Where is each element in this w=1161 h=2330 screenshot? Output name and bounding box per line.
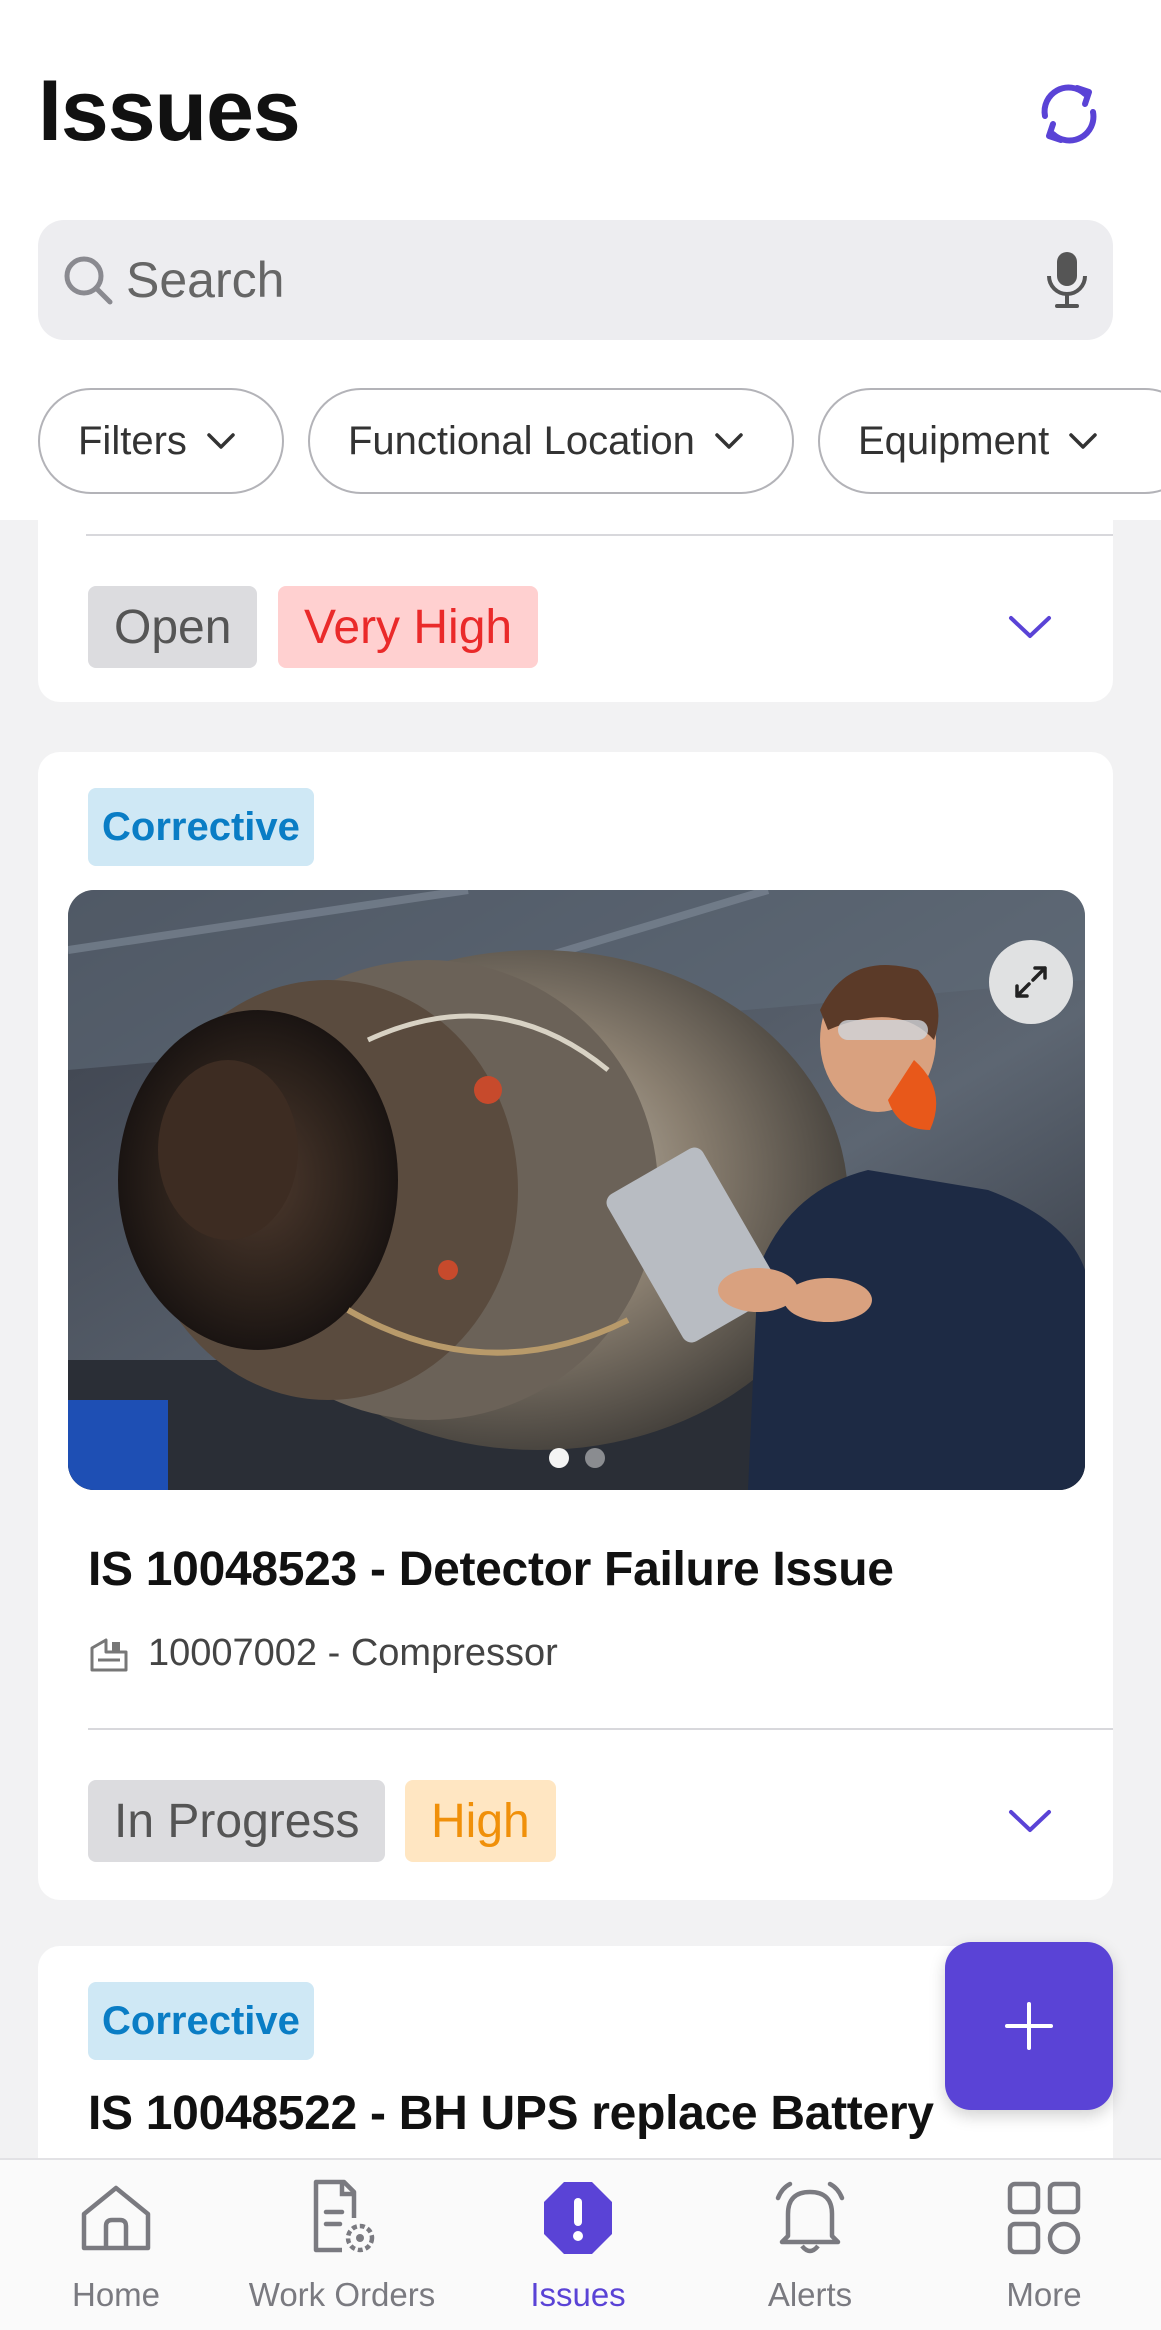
header: Issues Filters Functional Location Equi [0, 0, 1161, 520]
functional-location-chip-label: Functional Location [348, 418, 695, 463]
work-orders-icon [313, 2179, 375, 2253]
filters-chip[interactable]: Filters [38, 388, 284, 494]
equipment-chip[interactable]: Equipment [818, 388, 1161, 494]
tab-label: More [1006, 2276, 1082, 2313]
tab-more[interactable]: More [928, 2160, 1160, 2330]
issue-title: IS 10048523 - Detector Failure Issue [88, 1543, 894, 1596]
expand-icon [1015, 966, 1047, 998]
divider [86, 534, 1113, 536]
bell-icon [775, 2181, 845, 2254]
issue-title: IS 10048522 - BH UPS replace Battery [88, 2087, 934, 2140]
chevron-down-icon[interactable] [1007, 614, 1053, 642]
search-icon [64, 256, 113, 305]
functional-location-chip[interactable]: Functional Location [308, 388, 794, 494]
filter-chips: Filters Functional Location Equipment [38, 388, 1161, 496]
equipment-label: 10007002 - Compressor [148, 1632, 558, 1674]
issues-icon [544, 2182, 612, 2254]
grid-icon [1007, 2181, 1081, 2255]
image-pagination [548, 1448, 605, 1468]
tab-work-orders[interactable]: Work Orders [226, 2160, 458, 2330]
tab-label: Work Orders [248, 2276, 436, 2313]
equipment-row: 10007002 - Compressor [88, 1632, 558, 1675]
turbine-engine-image [68, 890, 1085, 1490]
divider [88, 1728, 1113, 1730]
issue-photo[interactable] [68, 890, 1085, 1490]
tab-label: Issues [530, 2276, 626, 2313]
tab-label: Home [71, 2276, 161, 2313]
search-input[interactable] [126, 244, 1026, 316]
issue-card[interactable]: Corrective IS 10048523 - Detector Failur… [38, 752, 1113, 1900]
search-bar [38, 220, 1113, 340]
chevron-down-icon [1069, 433, 1097, 449]
tab-home[interactable]: Home [0, 2160, 232, 2330]
pagination-dot[interactable] [584, 1448, 605, 1468]
equipment-chip-label: Equipment [858, 418, 1050, 463]
status-badge: Open [88, 586, 258, 668]
type-badge: Corrective [88, 788, 314, 866]
status-badge: In Progress [88, 1780, 386, 1862]
page-title: Issues [38, 63, 301, 159]
refresh-icon[interactable] [1033, 78, 1105, 150]
chevron-down-icon [715, 433, 743, 449]
bottom-tab-bar: Home Work Orders Issues Alerts More [0, 2158, 1161, 2330]
pagination-dot[interactable] [548, 1448, 569, 1468]
plus-icon [1005, 2002, 1053, 2050]
add-issue-button[interactable] [945, 1942, 1113, 2110]
type-badge: Corrective [88, 1982, 314, 2060]
filters-chip-label: Filters [78, 418, 187, 463]
tab-issues[interactable]: Issues [462, 2160, 694, 2330]
chevron-down-icon[interactable] [1007, 1808, 1053, 1836]
home-icon [81, 2185, 151, 2251]
equipment-icon [90, 1638, 128, 1671]
tab-label: Alerts [767, 2276, 853, 2313]
tab-alerts[interactable]: Alerts [694, 2160, 926, 2330]
expand-image-button[interactable] [989, 940, 1073, 1024]
priority-badge: Very High [278, 586, 539, 668]
microphone-icon[interactable] [1041, 248, 1093, 312]
priority-badge: High [405, 1780, 556, 1862]
chevron-down-icon [207, 433, 235, 449]
